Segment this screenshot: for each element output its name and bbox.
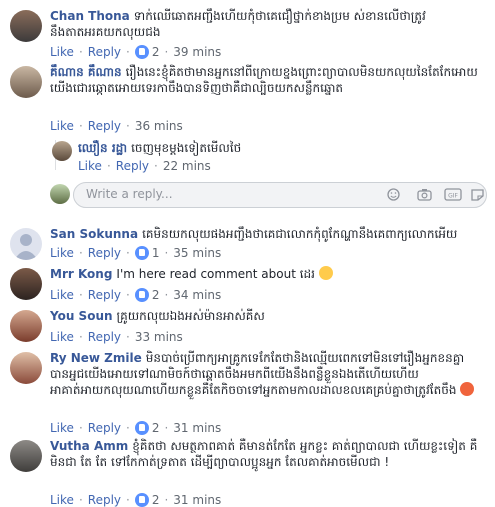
reaction-count[interactable]: 2: [152, 421, 160, 435]
timestamp[interactable]: 31 mins: [173, 421, 221, 435]
comment-text: គ្រូយកលុយឯងអស់ម៉ានអាស់គីស: [116, 309, 265, 323]
like-button[interactable]: Like: [50, 330, 74, 344]
camera-icon[interactable]: [417, 188, 432, 201]
comment-author[interactable]: Chan Thona: [50, 9, 130, 23]
reaction-count[interactable]: 2: [152, 288, 160, 302]
like-reaction-icon: [134, 45, 149, 59]
reaction-count[interactable]: 2: [152, 493, 160, 507]
reply-input[interactable]: Write a reply... GIF: [73, 182, 487, 208]
emoji-icon[interactable]: [386, 188, 401, 201]
comment-author[interactable]: Vutha Amm: [50, 439, 128, 453]
timestamp[interactable]: 36 mins: [135, 119, 183, 133]
like-button[interactable]: Like: [78, 159, 102, 173]
like-button[interactable]: Like: [50, 45, 74, 59]
reaction-count[interactable]: 2: [152, 45, 160, 59]
like-reaction-icon: [134, 421, 149, 435]
current-user-avatar: [50, 184, 70, 204]
timestamp[interactable]: 31 mins: [173, 493, 221, 507]
reaction-count[interactable]: 1: [152, 246, 160, 260]
timestamp[interactable]: 34 mins: [173, 288, 221, 302]
reply-button[interactable]: Reply: [88, 119, 121, 133]
default-avatar-icon: [14, 234, 38, 260]
reply-button[interactable]: Reply: [88, 421, 121, 435]
timestamp[interactable]: 33 mins: [135, 330, 183, 344]
avatar[interactable]: [52, 141, 72, 161]
comment-author[interactable]: You Soun: [50, 309, 113, 323]
reply-text: ចេញមុខម្តងទៀតមើលថៃ: [131, 141, 242, 155]
comment-text: គេមិនយកលុយផងអញ្ជឹងថាគេជាលោកកុំពូកែណ្ហានឹ…: [142, 227, 458, 241]
sticker-icon[interactable]: [470, 188, 485, 201]
gif-icon[interactable]: GIF: [444, 188, 462, 201]
comment-author[interactable]: គឹណាន គឹណាន: [50, 65, 122, 79]
reply-button[interactable]: Reply: [88, 288, 121, 302]
like-button[interactable]: Like: [50, 288, 74, 302]
timestamp[interactable]: 22 mins: [163, 159, 211, 173]
like-button[interactable]: Like: [50, 246, 74, 260]
reply-button[interactable]: Reply: [88, 45, 121, 59]
like-button[interactable]: Like: [50, 421, 74, 435]
laughing-emoji-icon: [318, 266, 333, 280]
comment-author[interactable]: Mrr Kong: [50, 267, 112, 281]
avatar[interactable]: [10, 66, 42, 98]
comment-text: I'm here read comment about ដេរ: [116, 267, 315, 281]
like-button[interactable]: Like: [50, 119, 74, 133]
avatar[interactable]: [10, 352, 42, 384]
avatar[interactable]: [10, 268, 42, 300]
avatar[interactable]: [10, 228, 42, 260]
comment-author[interactable]: Ry New Zmile: [50, 351, 142, 365]
like-reaction-icon: [134, 246, 149, 260]
svg-text:GIF: GIF: [448, 193, 458, 200]
like-button[interactable]: Like: [50, 493, 74, 507]
avatar[interactable]: [10, 440, 42, 472]
reply-button[interactable]: Reply: [116, 159, 149, 173]
like-reaction-icon: [134, 288, 149, 302]
reply-author[interactable]: ឈឿន រដ្ឋា: [78, 141, 127, 155]
reply-button[interactable]: Reply: [88, 246, 121, 260]
reply-button[interactable]: Reply: [88, 330, 121, 344]
timestamp[interactable]: 35 mins: [173, 246, 221, 260]
avatar[interactable]: [10, 10, 42, 42]
like-reaction-icon: [134, 493, 149, 507]
avatar[interactable]: [10, 310, 42, 342]
comment-author[interactable]: San Sokunna: [50, 227, 138, 241]
reply-placeholder: Write a reply...: [86, 187, 173, 201]
reply-button[interactable]: Reply: [88, 493, 121, 507]
angry-emoji-icon: [460, 382, 475, 396]
timestamp[interactable]: 39 mins: [173, 45, 221, 59]
